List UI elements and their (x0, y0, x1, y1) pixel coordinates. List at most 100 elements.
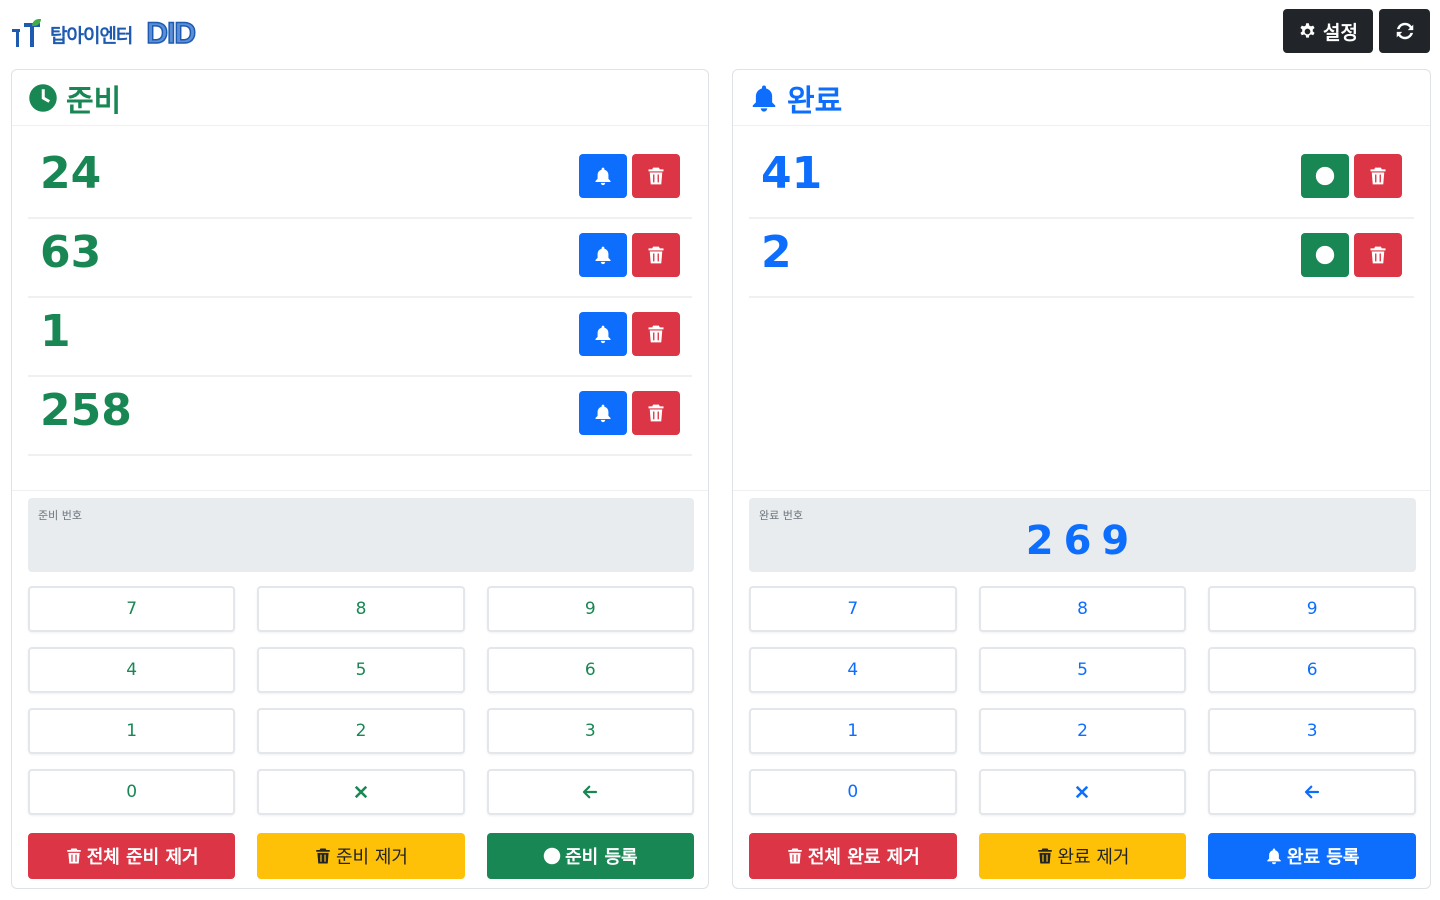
trash-icon (646, 245, 666, 265)
logo-did-text: DID (146, 16, 197, 51)
register-done-label: 완료 등록 (1286, 847, 1360, 868)
trash-icon (786, 847, 804, 865)
bell-icon (593, 403, 613, 423)
clear-all-ready-label: 전체 준비 제거 (86, 847, 199, 868)
trash-icon (646, 166, 666, 186)
ready-key-4[interactable]: 4 (28, 647, 236, 693)
clock-icon (1315, 166, 1335, 186)
trash-icon (1368, 166, 1388, 186)
ready-panel: 준비 24 63 1 258 준비 번호 7 8 9 4 5 6 1 2 3 0… (11, 69, 709, 889)
done-number: 2 (761, 227, 792, 278)
ready-key-8[interactable]: 8 (257, 586, 465, 632)
arrow-left-icon (581, 783, 599, 801)
trash-icon (646, 403, 666, 423)
delete-ready-button[interactable] (632, 312, 680, 356)
done-clear-key[interactable] (978, 769, 1187, 815)
remove-ready-label: 준비 제거 (336, 847, 408, 868)
done-key-8[interactable]: 8 (978, 586, 1187, 632)
clock-icon (28, 83, 58, 113)
done-key-7[interactable]: 7 (749, 586, 957, 632)
done-list-item: 41 (749, 140, 1414, 219)
ready-key-7[interactable]: 7 (28, 586, 236, 632)
x-icon (352, 783, 370, 801)
logo-text: 탑아이엔터 (50, 25, 133, 47)
refresh-icon (1394, 20, 1416, 42)
done-keypad: 7 8 9 4 5 6 1 2 3 0 (749, 586, 1416, 815)
done-key-6[interactable]: 6 (1208, 647, 1416, 693)
settings-button[interactable]: 설정 (1283, 9, 1373, 53)
register-ready-button[interactable]: 준비 등록 (486, 833, 694, 879)
move-to-done-button[interactable] (579, 154, 627, 198)
done-input-value: 269 (1025, 518, 1140, 564)
move-to-done-button[interactable] (579, 233, 627, 277)
logo-mark-icon (10, 19, 44, 49)
done-number-input[interactable]: 완료 번호 269 (749, 498, 1416, 572)
ready-key-9[interactable]: 9 (486, 586, 694, 632)
ready-list-item: 258 (28, 377, 692, 456)
done-key-2[interactable]: 2 (978, 708, 1187, 754)
clock-icon (543, 847, 561, 865)
trash-icon (65, 847, 83, 865)
done-key-1[interactable]: 1 (749, 708, 957, 754)
move-to-ready-button[interactable] (1301, 154, 1349, 198)
ready-number: 1 (40, 306, 71, 357)
ready-clear-key[interactable] (257, 769, 465, 815)
ready-list-item: 24 (28, 140, 692, 219)
ready-keypad: 7 8 9 4 5 6 1 2 3 0 (28, 586, 694, 815)
ready-number-input[interactable]: 준비 번호 (28, 498, 694, 572)
ready-key-5[interactable]: 5 (257, 647, 465, 693)
clear-all-done-label: 전체 완료 제거 (807, 847, 920, 868)
done-key-0[interactable]: 0 (749, 769, 957, 815)
ready-panel-header: 준비 (12, 70, 708, 126)
trash-icon (1368, 245, 1388, 265)
delete-done-button[interactable] (1354, 154, 1402, 198)
trash-icon (646, 324, 666, 344)
ready-number: 63 (40, 227, 102, 278)
ready-key-3[interactable]: 3 (486, 708, 694, 754)
done-panel: 완료 41 2 완료 번호 269 7 8 9 4 5 6 1 2 3 0 전체… (732, 69, 1431, 889)
clock-icon (1315, 245, 1335, 265)
delete-ready-button[interactable] (632, 391, 680, 435)
done-key-9[interactable]: 9 (1208, 586, 1416, 632)
done-number-list: 41 2 (749, 140, 1414, 298)
ready-key-1[interactable]: 1 (28, 708, 236, 754)
ready-key-6[interactable]: 6 (486, 647, 694, 693)
done-actions: 전체 완료 제거 완료 제거 완료 등록 (749, 833, 1416, 879)
done-key-3[interactable]: 3 (1208, 708, 1416, 754)
done-panel-header: 완료 (733, 70, 1430, 126)
clear-all-done-button[interactable]: 전체 완료 제거 (749, 833, 957, 879)
register-done-button[interactable]: 완료 등록 (1208, 833, 1416, 879)
ready-input-label: 준비 번호 (38, 509, 82, 522)
x-icon (1073, 783, 1091, 801)
refresh-button[interactable] (1379, 9, 1430, 53)
ready-list-item: 1 (28, 298, 692, 377)
delete-ready-button[interactable] (632, 233, 680, 277)
ready-list-item: 63 (28, 219, 692, 298)
bell-icon (593, 245, 613, 265)
remove-done-button[interactable]: 완료 제거 (978, 833, 1187, 879)
delete-ready-button[interactable] (632, 154, 680, 198)
ready-key-0[interactable]: 0 (28, 769, 236, 815)
top-header: 탑아이엔터 DID 설정 (0, 0, 1440, 64)
gear-icon (1298, 22, 1317, 41)
ready-panel-title: 준비 (66, 83, 122, 119)
brand-logo: 탑아이엔터 DID (10, 16, 197, 52)
delete-done-button[interactable] (1354, 233, 1402, 277)
move-to-done-button[interactable] (579, 391, 627, 435)
done-key-5[interactable]: 5 (978, 647, 1187, 693)
clear-all-ready-button[interactable]: 전체 준비 제거 (28, 833, 236, 879)
ready-backspace-key[interactable] (486, 769, 694, 815)
settings-label: 설정 (1323, 21, 1358, 44)
bell-icon (593, 324, 613, 344)
done-backspace-key[interactable] (1208, 769, 1416, 815)
move-to-ready-button[interactable] (1301, 233, 1349, 277)
ready-key-2[interactable]: 2 (257, 708, 465, 754)
trash-icon (1036, 847, 1054, 865)
done-panel-title: 완료 (787, 83, 843, 119)
done-key-4[interactable]: 4 (749, 647, 957, 693)
remove-ready-button[interactable]: 준비 제거 (257, 833, 465, 879)
ready-number: 258 (40, 385, 132, 436)
move-to-done-button[interactable] (579, 312, 627, 356)
ready-number-list: 24 63 1 258 (28, 140, 692, 456)
bell-icon (593, 166, 613, 186)
